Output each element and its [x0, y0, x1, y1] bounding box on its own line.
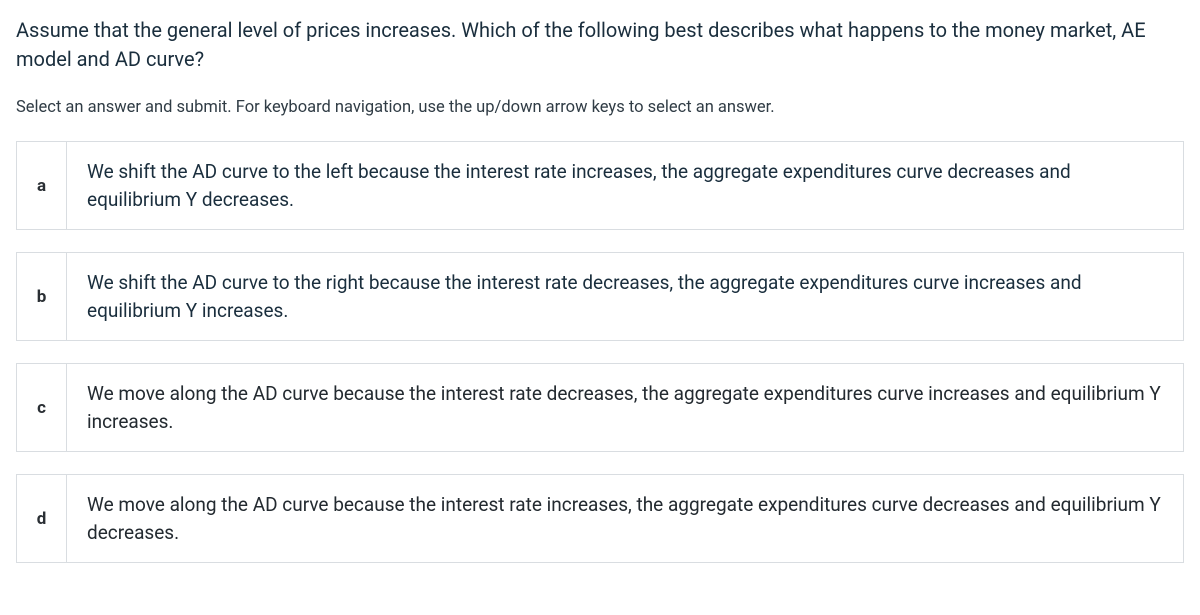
option-letter: c [17, 364, 67, 451]
instruction-text: Select an answer and submit. For keyboar… [16, 98, 1184, 117]
option-letter: b [17, 253, 67, 340]
option-text: We shift the AD curve to the left becaus… [67, 142, 1183, 229]
option-letter: d [17, 475, 67, 562]
option-text: We move along the AD curve because the i… [67, 364, 1183, 451]
option-text: We shift the AD curve to the right becau… [67, 253, 1183, 340]
answer-option-a[interactable]: a We shift the AD curve to the left beca… [16, 141, 1184, 230]
option-text: We move along the AD curve because the i… [67, 475, 1183, 562]
answer-option-b[interactable]: b We shift the AD curve to the right bec… [16, 252, 1184, 341]
answer-option-c[interactable]: c We move along the AD curve because the… [16, 363, 1184, 452]
option-letter: a [17, 142, 67, 229]
answer-option-d[interactable]: d We move along the AD curve because the… [16, 474, 1184, 563]
question-text: Assume that the general level of prices … [16, 16, 1184, 74]
